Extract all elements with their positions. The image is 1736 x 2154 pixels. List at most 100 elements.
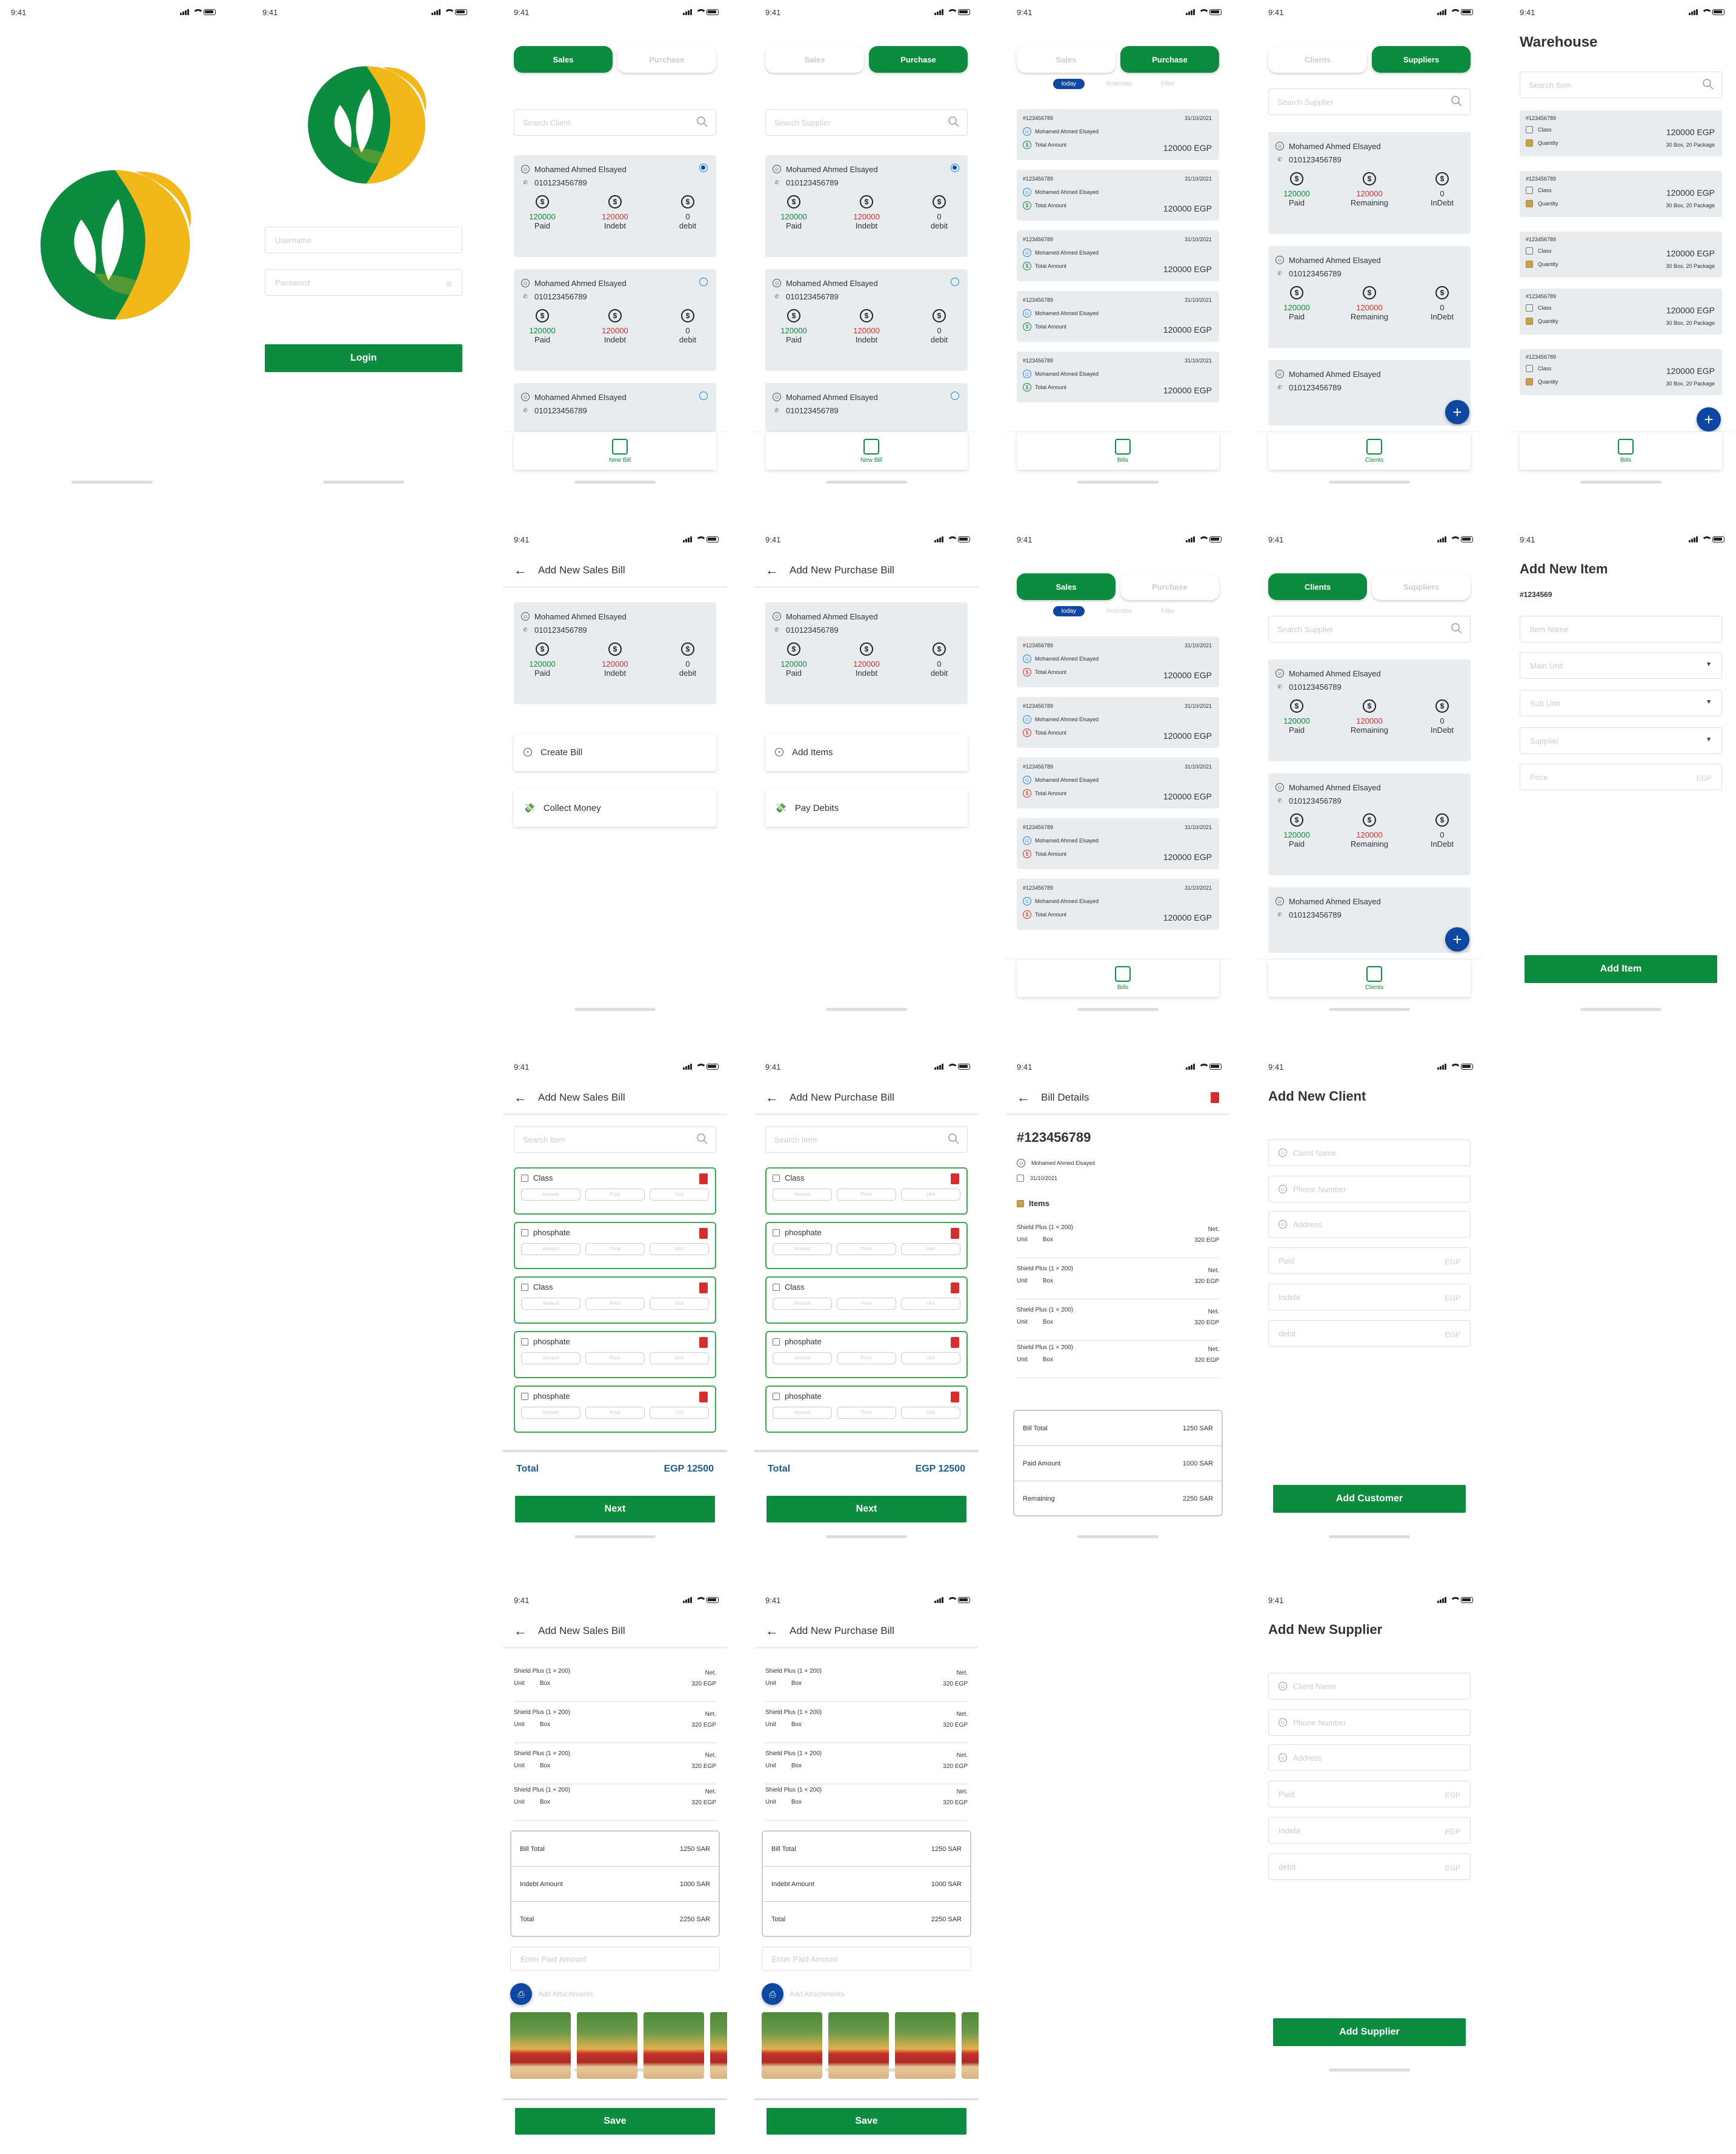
segment-clients[interactable]: Clients <box>1268 46 1367 73</box>
bill-card[interactable]: #123456789 31/10/2021 ☺ Mohamed Ahmed Elsa… <box>1017 109 1219 160</box>
back-arrow-icon[interactable]: ← <box>765 562 779 578</box>
segment-purchase[interactable]: Purchase <box>869 46 968 73</box>
amount-input[interactable]: Amount <box>773 1189 832 1201</box>
search-input[interactable]: Search Item <box>1520 72 1722 98</box>
delete-icon[interactable] <box>951 1282 959 1293</box>
stock-item[interactable]: #123456789 Class Quantity 120000 EGP 30 Box,… <box>1520 110 1722 156</box>
amount-input[interactable]: Amount <box>773 1352 832 1364</box>
unit-select[interactable]: Unit <box>901 1189 960 1201</box>
form-field[interactable]: ☺ Client Name <box>1268 1673 1471 1699</box>
delete-icon[interactable] <box>951 1337 959 1348</box>
price-input[interactable]: Price <box>837 1189 896 1201</box>
unit-select[interactable]: Unit <box>650 1298 709 1310</box>
client-card[interactable]: ☺ Mohamed Ahmed Elsayed ✆ 010123456789 $12… <box>765 602 968 704</box>
add-items-button[interactable]: + Add Items <box>765 733 968 771</box>
tab-bills[interactable]: Bills <box>1017 959 1219 997</box>
add-fab-button[interactable]: + <box>1445 927 1469 952</box>
delete-icon[interactable] <box>699 1337 708 1348</box>
amount-input[interactable]: Amount <box>773 1298 832 1310</box>
segment-purchase[interactable]: Purchase <box>1120 46 1219 73</box>
client-card[interactable]: ☺ Mohamed Ahmed Elsayed ✆ 010123456789 $12… <box>514 602 716 704</box>
select-radio[interactable] <box>951 392 959 400</box>
eye-icon[interactable]: ◎ <box>446 279 452 288</box>
form-field[interactable]: Sub Unit ▼ <box>1520 690 1722 716</box>
save-button[interactable]: Save <box>515 2108 715 2135</box>
delete-icon[interactable] <box>951 1392 959 1402</box>
amount-input[interactable]: Amount <box>773 1243 832 1255</box>
form-field[interactable]: Indebt EGP <box>1268 1817 1471 1844</box>
back-arrow-icon[interactable]: ← <box>1017 1090 1030 1105</box>
select-radio[interactable] <box>951 164 959 172</box>
form-field[interactable]: Indebt EGP <box>1268 1284 1471 1310</box>
supplier-card[interactable]: ☺ Mohamed Ahmed Elsayed ✆ 010123456789 <box>765 383 968 432</box>
price-input[interactable]: Price <box>837 1352 896 1364</box>
amount-input[interactable]: Amount <box>521 1352 580 1364</box>
attachment-thumbnail[interactable] <box>510 2012 571 2079</box>
submit-button[interactable]: Add Customer <box>1273 1485 1466 1513</box>
client-card[interactable]: ☺ Mohamed Ahmed Elsayed ✆ 010123456789 $12… <box>1268 246 1471 348</box>
form-field[interactable]: Item Name <box>1520 616 1722 642</box>
delete-icon[interactable] <box>699 1228 708 1239</box>
attachment-thumbnail[interactable] <box>762 2012 822 2079</box>
client-card[interactable]: ☺ Mohamed Ahmed Elsayed ✆ 010123456789 $12… <box>1268 773 1471 875</box>
amount-input[interactable]: Amount <box>521 1298 580 1310</box>
form-field[interactable]: Paid EGP <box>1268 1781 1471 1807</box>
price-input[interactable]: Price <box>837 1407 896 1419</box>
bill-card[interactable]: #123456789 31/10/2021 ☺ Mohamed Ahmed Elsa… <box>1017 352 1219 402</box>
unit-select[interactable]: Unit <box>650 1189 709 1201</box>
tab-new-bill[interactable]: New Bill <box>765 432 968 470</box>
paid-amount-input[interactable]: Enter Paid Amount <box>762 1947 971 1971</box>
unit-select[interactable]: Unit <box>901 1352 960 1364</box>
amount-input[interactable]: Amount <box>521 1189 580 1201</box>
tab-clients[interactable]: Clients <box>1268 959 1471 997</box>
bill-card[interactable]: #123456789 31/10/2021 ☺ Mohamed Ahmed Elsa… <box>1017 818 1219 869</box>
segment-sales[interactable]: Sales <box>514 46 613 73</box>
attachment-thumbnail[interactable] <box>644 2012 704 2079</box>
price-input[interactable]: Price <box>837 1298 896 1310</box>
paid-amount-input[interactable]: Enter Paid Amount <box>510 1947 720 1971</box>
delete-icon[interactable] <box>699 1282 708 1293</box>
form-field[interactable]: Supplier ▼ <box>1520 727 1722 754</box>
form-field[interactable]: Paid EGP <box>1268 1247 1471 1274</box>
bill-card[interactable]: #123456789 31/10/2021 ☺ Mohamed Ahmed Elsa… <box>1017 170 1219 221</box>
filter-today[interactable]: today <box>1053 606 1085 616</box>
bill-card[interactable]: #123456789 31/10/2021 ☺ Mohamed Ahmed Elsa… <box>1017 758 1219 809</box>
save-button[interactable]: Save <box>767 2108 966 2135</box>
unit-select[interactable]: Unit <box>901 1298 960 1310</box>
unit-select[interactable]: Unit <box>650 1407 709 1419</box>
delete-icon[interactable] <box>951 1228 959 1239</box>
attachment-icon[interactable]: ⎙ <box>510 1983 532 2005</box>
segment-suppliers[interactable]: Suppliers <box>1372 573 1471 600</box>
client-card[interactable]: ☺ Mohamed Ahmed Elsayed ✆ 010123456789 $12… <box>514 155 716 257</box>
attachment-thumbnail[interactable] <box>577 2012 637 2079</box>
bill-card[interactable]: #123456789 31/10/2021 ☺ Mohamed Ahmed Elsa… <box>1017 697 1219 748</box>
form-field[interactable]: Main Unit ▼ <box>1520 652 1722 679</box>
bill-card[interactable]: #123456789 31/10/2021 ☺ Mohamed Ahmed Elsa… <box>1017 879 1219 930</box>
add-item-button[interactable]: Add Item <box>1525 955 1717 983</box>
segment-sales[interactable]: Sales <box>1017 573 1116 600</box>
client-card[interactable]: ☺ Mohamed Ahmed Elsayed ✆ 010123456789 $12… <box>765 155 968 257</box>
create-bill-button[interactable]: + Create Bill <box>514 733 716 771</box>
bill-card[interactable]: #123456789 31/10/2021 ☺ Mohamed Ahmed Elsa… <box>1017 230 1219 281</box>
amount-input[interactable]: Amount <box>521 1243 580 1255</box>
login-button[interactable]: Login <box>265 344 462 372</box>
stock-item[interactable]: #123456789 Class Quantity 120000 EGP 30 Box,… <box>1520 171 1722 217</box>
client-card[interactable]: ☺ Mohamed Ahmed Elsayed ✆ 010123456789 <box>514 383 716 432</box>
tab-bills[interactable]: Bills <box>1520 432 1722 470</box>
collect-money-button[interactable]: 💸 Collect Money <box>514 789 716 827</box>
tab-bills[interactable]: Bills <box>1017 432 1219 470</box>
attachment-thumbnail[interactable] <box>962 2012 979 2079</box>
search-input[interactable]: Search Client <box>514 109 716 136</box>
form-field[interactable]: ☺ Address <box>1268 1211 1471 1238</box>
search-input[interactable]: Search Item <box>765 1126 968 1153</box>
unit-select[interactable]: Unit <box>901 1243 960 1255</box>
filter-custom[interactable]: Filter <box>1152 79 1183 89</box>
form-field[interactable]: Price EGP <box>1520 764 1722 790</box>
segment-sales[interactable]: Sales <box>765 46 864 73</box>
attachment-thumbnail[interactable] <box>828 2012 889 2079</box>
back-arrow-icon[interactable]: ← <box>514 1090 527 1105</box>
add-fab-button[interactable]: + <box>1697 407 1721 432</box>
filter-today[interactable]: today <box>1053 79 1085 89</box>
search-input[interactable]: Search Supplier <box>1268 88 1471 115</box>
filter-yesterday[interactable]: Yesterday <box>1097 79 1140 89</box>
